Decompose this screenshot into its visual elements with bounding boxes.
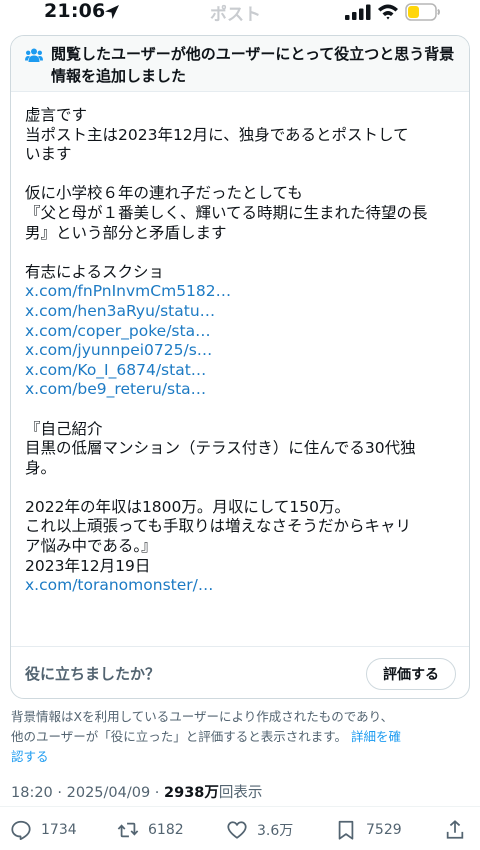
battery-icon	[405, 3, 440, 21]
note-link[interactable]: x.com/hen3aRyu/statu…	[25, 302, 215, 320]
learn-more-link-continued[interactable]: 認する	[11, 749, 49, 764]
share-icon	[446, 820, 464, 839]
divider	[0, 806, 480, 807]
signal-icon	[345, 4, 371, 20]
note-line: x.com/Ko_I_6874/stat…	[25, 361, 461, 381]
repost-icon	[117, 822, 139, 838]
note-text-line: います	[25, 145, 72, 164]
people-icon	[25, 48, 43, 62]
note-text-line: 当ポスト主は2023年12月に、独身であるとポストして	[25, 125, 409, 144]
header-title-faded: ポスト	[210, 5, 261, 25]
note-line: x.com/toranomonster/…	[25, 576, 461, 596]
note-text-line: 『父と母が１番美しく、輝いてる時期に生まれた待望の長	[25, 203, 428, 222]
note-line: x.com/fnPnInvmCm5182…	[25, 282, 461, 302]
note-link[interactable]: x.com/be9_reteru/sta…	[25, 380, 206, 398]
reply-count: 1734	[41, 822, 77, 838]
bookmark-icon	[338, 820, 354, 840]
note-text-line: 仮に小学校６年の連れ子だったとしても	[25, 184, 303, 203]
note-body: 虚言です 当ポスト主は2023年12月に、独身であるとポストして います仮に小学校６…	[25, 106, 461, 596]
repost-count: 6182	[148, 822, 184, 838]
share-button[interactable]	[444, 818, 475, 842]
note-footer: 役に立ちましたか？ 評価する	[11, 646, 469, 698]
view-count: 2938万	[164, 785, 219, 801]
repost-button[interactable]: 6182	[117, 818, 184, 842]
note-text-line: 2022年の年収は1800万。月収にして150万。	[25, 497, 351, 516]
community-note-card: 閲覧したユーザーが他のユーザーにとって役立つと思う背景情報を追加しました 虚言で…	[10, 35, 470, 699]
note-text-line: ア悩み中である。』	[25, 537, 157, 556]
note-text-line: 2023年12月19日	[25, 556, 151, 575]
note-blank-line	[25, 165, 461, 185]
note-link[interactable]: x.com/Ko_I_6874/stat…	[25, 361, 206, 379]
helpful-question: 役に立ちましたか？	[25, 665, 161, 683]
reply-icon	[11, 820, 31, 841]
note-line: x.com/be9_reteru/sta…	[25, 380, 461, 400]
note-link[interactable]: x.com/fnPnInvmCm5182…	[25, 282, 231, 300]
like-count: 3.6万	[257, 823, 294, 839]
status-bar: 21:06 ポスト	[0, 0, 480, 26]
note-text-line: 虚言です	[25, 106, 88, 124]
wifi-icon	[378, 4, 398, 20]
note-text-line: 有志によるスクショ	[25, 262, 165, 281]
disclaimer-line: 他のユーザーが「役に立った」と評価すると表示されます。 詳細を確	[11, 727, 473, 747]
note-blank-line	[25, 400, 461, 420]
post-meta: 18:20 · 2025/04/09 · 2938万回表示	[11, 781, 262, 802]
disclaimer-line: 認する	[11, 747, 473, 767]
note-line: x.com/hen3aRyu/statu…	[25, 302, 461, 322]
note-line: x.com/jyunnpei0725/s…	[25, 341, 461, 361]
note-text-line: 目黒の低層マンション（テラス付き）に住んでる30代独	[25, 439, 416, 458]
like-button[interactable]: 3.6万	[226, 818, 293, 842]
learn-more-link[interactable]: 詳細を確	[351, 729, 401, 744]
post-timestamp[interactable]: 18:20 · 2025/04/09 ·	[11, 785, 164, 801]
disclaimer-text: 他のユーザーが「役に立った」と評価すると表示されます。	[11, 729, 348, 744]
note-text-line: これ以上頑張っても手取りは増えなさそうだからキャリ	[25, 517, 411, 536]
rate-button[interactable]: 評価する	[366, 658, 456, 690]
note-link[interactable]: x.com/coper_poke/sta…	[25, 322, 211, 340]
note-blank-line	[25, 243, 461, 263]
bookmark-button[interactable]: 7529	[335, 818, 402, 842]
note-disclaimer: 背景情報はXを利用しているユーザーにより作成されたものであり、 他のユーザーが「…	[11, 707, 473, 767]
note-blank-line	[25, 478, 461, 498]
note-link[interactable]: x.com/toranomonster/…	[25, 576, 213, 594]
location-arrow-icon	[105, 5, 119, 19]
disclaimer-line: 背景情報はXを利用しているユーザーにより作成されたものであり、	[11, 709, 394, 724]
view-label: 回表示	[218, 785, 263, 801]
note-line: x.com/coper_poke/sta…	[25, 322, 461, 342]
like-icon	[227, 821, 247, 839]
status-time: 21:06	[44, 0, 106, 22]
note-header: 閲覧したユーザーが他のユーザーにとって役立つと思う背景情報を追加しました	[11, 36, 469, 92]
note-header-text: 閲覧したユーザーが他のユーザーにとって役立つと思う背景情報を追加しました	[51, 45, 455, 85]
bookmark-count: 7529	[366, 822, 402, 838]
note-text-line: 身。	[25, 458, 57, 477]
note-text-line: 『自己紹介	[25, 419, 103, 438]
reply-button[interactable]: 1734	[10, 818, 77, 842]
note-link[interactable]: x.com/jyunnpei0725/s…	[25, 341, 212, 359]
note-text-line: 男』という部分と矛盾します	[25, 223, 227, 242]
